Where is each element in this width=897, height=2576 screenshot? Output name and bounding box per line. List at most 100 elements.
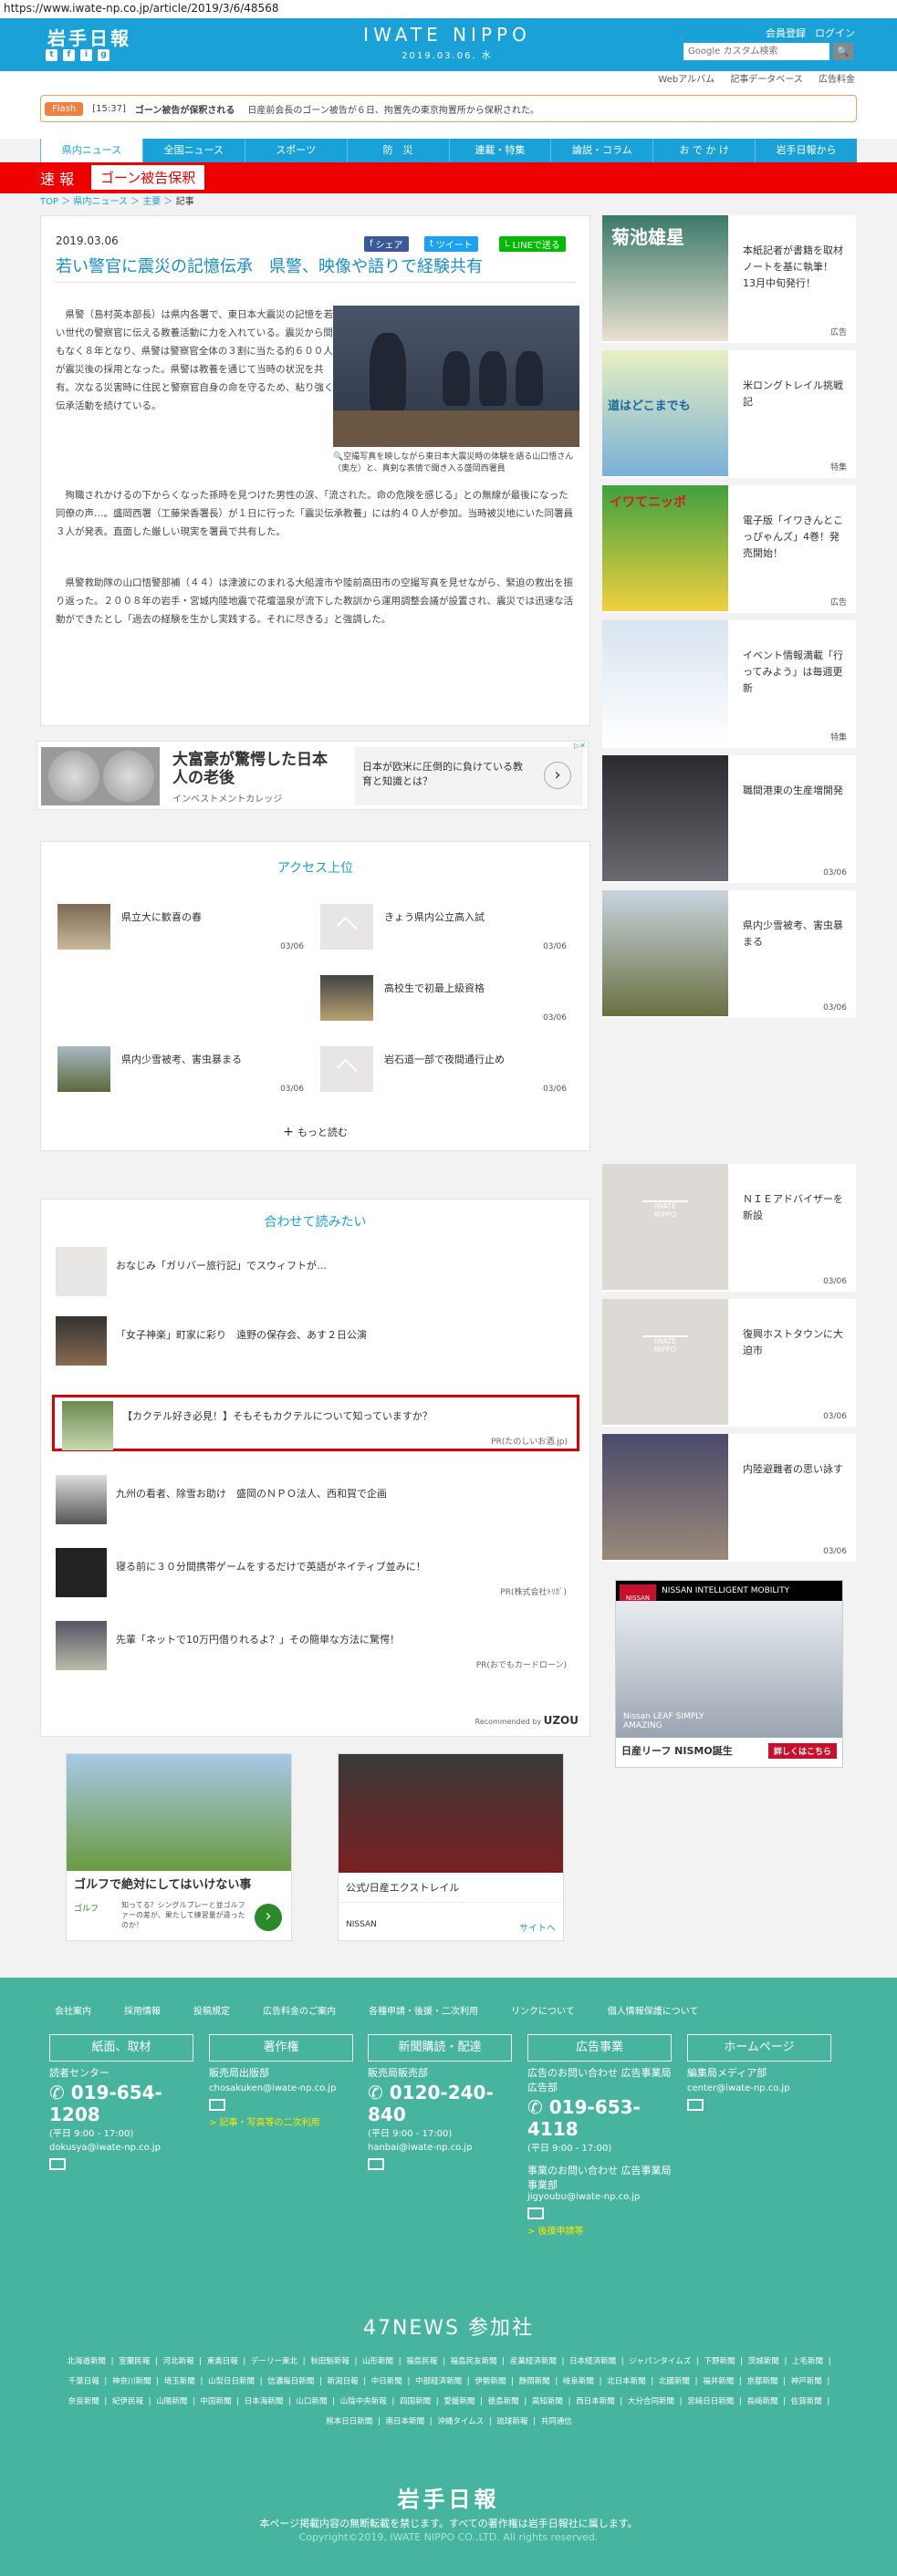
email[interactable]: hanbai@iwate-np.co.jp (368, 2143, 512, 2153)
phone-number[interactable]: ✆ 019-654-1208 (49, 2082, 193, 2125)
related-item[interactable]: 寝る前に３０分間携帯ゲームをするだけで英語がネイティブ並みに！ PR(株式会社ﾄﾘ… (56, 1544, 576, 1599)
flash-news[interactable]: Flash [15:37] ゴーン被告が保釈される 日産前会長のゴーン被告が６日… (40, 95, 857, 122)
native-ad-banner[interactable]: 大富豪が驚愕した日本人の老後 インベストメントカレッジ 日本が欧米に圧倒的に負け… (37, 741, 589, 810)
login-link[interactable]: ログイン (815, 26, 855, 40)
nav-series[interactable]: 連載・特集 (448, 139, 551, 162)
sidebar-item[interactable]: 県内少雪被考、害虫暴まる 03/06 (602, 890, 856, 1018)
sidebar-thumb: IWATE NIPPO (602, 1164, 728, 1290)
nissan-xtrail-ad[interactable]: 公式/日産エクストレイル NISSAN サイトへ (338, 1753, 564, 1941)
related-item[interactable]: 九州の看者、除雪お助け 盛岡のＮＰＯ法人、西和賀で企画 (56, 1471, 576, 1526)
nav-national-news[interactable]: 全国ニュース (141, 139, 245, 162)
crumb-main[interactable]: 主要 (142, 197, 161, 207)
adchoices-icon[interactable]: ▷✕ (574, 742, 586, 750)
ranking-item[interactable]: 県立大に歓喜の春 03/06 (57, 900, 304, 953)
ranking-item-date: 03/06 (543, 942, 567, 951)
related-item[interactable]: 「女子神楽」町家に彩り 遠野の保存会、あす２日公演 (56, 1313, 576, 1367)
sidebar-item[interactable]: 道はどこまでも 米ロングトレイル挑戦記 特集 (602, 350, 856, 478)
xtrail-ad-link[interactable]: サイトへ (519, 1920, 556, 1934)
mail-icon[interactable] (368, 2158, 384, 2170)
mail-icon[interactable] (687, 2099, 704, 2111)
related-item[interactable]: 先輩「ネットで10万円借りれるよ？」その簡単な方法に驚愕！ PR(おでもカードロー… (56, 1617, 576, 1672)
footer-link[interactable]: 各種申請・後援・二次利用 (369, 2003, 478, 2017)
sidebar-item[interactable]: IWATE NIPPO 復興ホストタウンに大迫市 03/06 (602, 1299, 856, 1427)
footer-link[interactable]: 個人情報保護について (608, 2003, 699, 2017)
search-box: 🔍 (683, 43, 853, 60)
related-thumb (56, 1316, 107, 1366)
golf-ad-arrow-icon[interactable]: › (255, 1904, 282, 1931)
site-logo[interactable]: 岩手日報 (47, 24, 131, 50)
ranking-item[interactable]: 岩石道一部で夜間通行止め 03/06 (320, 1043, 567, 1096)
phone-number[interactable]: ✆ 0120-240-840 (368, 2082, 512, 2125)
sidebar-item[interactable]: 菊池雄星 本紙記者が書籍を取材ノートを基に執筆！ 13月中旬発行！ 広告 (602, 215, 856, 343)
ranking-item-title: 県内少雪被考、害虫暴まる (121, 1054, 242, 1065)
ad-arrow-icon[interactable]: › (544, 762, 571, 789)
support-request-link[interactable]: > 後援申請等 (527, 2223, 672, 2237)
sidebar-item[interactable]: イベント情報満載「行ってみよう」は毎週更新 特集 (602, 620, 856, 748)
search-button[interactable]: 🔍 (833, 43, 853, 60)
sublink-database[interactable]: 記事データベース (730, 75, 803, 85)
nav-column[interactable]: 論説・コラム (550, 139, 652, 162)
golf-ad[interactable]: ゴルフで絶対にしてはいけない事 知ってる？シングルプレーと並ゴルファーの差が、果… (66, 1753, 292, 1941)
sidebar-item[interactable]: 職間港東の生産増開発 03/06 (602, 755, 856, 883)
related-item[interactable]: おなじみ「ガリバー旅行記」でスウィフトが… (56, 1243, 576, 1298)
related-item-title: おなじみ「ガリバー旅行記」でスウィフトが… (116, 1260, 327, 1272)
nav-outing[interactable]: お で か け (652, 139, 755, 162)
mail-icon[interactable] (209, 2099, 225, 2111)
sidebar-item[interactable]: IWATE NIPPO ＮＩＥアドバイザーを新設 03/06 (602, 1164, 856, 1292)
related-item-pr-highlighted[interactable]: 【カクテル好き必見！】そもそもカクテルについて知っていますか？ PR(たのしいお酒… (52, 1395, 579, 1451)
email[interactable]: chosakuken@iwate-np.co.jp (209, 2083, 353, 2093)
footer-link[interactable]: 広告料金のご案内 (263, 2003, 336, 2017)
address-bar[interactable]: https://www.iwate-np.co.jp/article/2019/… (0, 0, 897, 18)
nav-disaster[interactable]: 防 災 (346, 139, 449, 162)
footer-col-copyright: 著作権 販売局出版部 chosakuken@iwate-np.co.jp > 記… (209, 2034, 353, 2128)
twitter-icon[interactable]: t (46, 49, 57, 61)
sidebar-item[interactable]: イワてニッポ 電子版「イワきんとこっぴゃんズ」4巻！発売開始！ 広告 (602, 485, 856, 613)
nav-from-nippo[interactable]: 岩手日報から (755, 139, 857, 162)
phone-number[interactable]: ✆ 019-653-4118 (527, 2096, 672, 2140)
ranking-item[interactable]: 県内少雪被考、害虫暴まる 03/06 (57, 1043, 304, 1096)
article-photo[interactable] (333, 306, 579, 447)
ranking-thumb (320, 904, 373, 950)
footer-link[interactable]: 会社案内 (55, 2003, 91, 2017)
golf-ad-title: ゴルフで絶対にしてはいけない事 (74, 1878, 252, 1892)
mail-icon[interactable] (527, 2207, 544, 2219)
ranking-item[interactable]: きょう県内公立高入試 03/06 (320, 900, 567, 953)
footer-link[interactable]: 投稿規定 (193, 2003, 230, 2017)
leaf-details-button[interactable]: 詳しくはこちら (767, 1743, 837, 1759)
nav-local-news[interactable]: 県内ニュース (40, 139, 142, 162)
email[interactable]: center@iwate-np.co.jp (687, 2083, 831, 2093)
secondary-use-link[interactable]: > 記事・写真等の二次利用 (209, 2114, 353, 2128)
uzou-logo[interactable]: UZOU (544, 1714, 579, 1727)
facebook-icon[interactable]: f (63, 49, 75, 61)
rss-icon[interactable]: g (98, 49, 110, 61)
leaf-car-image: Nissan LEAF SIMPLY AMAZING (616, 1601, 842, 1738)
breaking-ticker: 速 報 ゴーン被告保釈 (0, 162, 897, 193)
photo-person (479, 351, 506, 406)
mail-icon[interactable] (49, 2158, 66, 2170)
nav-sports[interactable]: スポーツ (244, 139, 347, 162)
footer-link[interactable]: 採用情報 (124, 2003, 161, 2017)
partner-papers[interactable]: 北海道新聞 | 室蘭民報 | 河北新報 | 東奥日報 | デーリー東北 | 秋田… (62, 2352, 836, 2432)
breaking-text[interactable]: ゴーン被告保釈 (91, 165, 205, 190)
footer-col-head: 広告事業 (527, 2034, 672, 2062)
sidebar-thumb: 道はどこまでも (602, 350, 728, 476)
social-links: t f i g (46, 49, 110, 61)
register-link[interactable]: 会員登録 (766, 26, 806, 40)
ranking-item[interactable]: 高校生で初最上級資格 03/06 (320, 971, 567, 1024)
read-more-link[interactable]: もっと読む (41, 1125, 589, 1139)
share-twitter-button[interactable]: t ツイート (424, 236, 478, 252)
sublink-adrate[interactable]: 広告料金 (819, 75, 855, 85)
crumb-local[interactable]: 県内ニュース (73, 197, 128, 207)
footer-link[interactable]: リンクについて (511, 2003, 575, 2017)
nissan-leaf-ad[interactable]: NISSAN INTELLIGENT MOBILITY NISSAN Nissa… (615, 1580, 843, 1768)
email[interactable]: jigyoubu@iwate-np.co.jp (527, 2192, 672, 2202)
email[interactable]: dokusya@iwate-np.co.jp (49, 2143, 193, 2153)
crumb-top[interactable]: TOP (40, 197, 58, 207)
search-input[interactable] (683, 43, 829, 60)
instagram-icon[interactable]: i (80, 49, 92, 61)
sublink-album[interactable]: Webアルバム (658, 75, 714, 85)
footer-col-head: 著作権 (209, 2034, 353, 2062)
share-facebook-button[interactable]: f シェア (364, 236, 409, 252)
sidebar-item[interactable]: 内陸避難者の思い詠す 03/06 (602, 1434, 856, 1562)
share-line-button[interactable]: L LINEで送る (499, 236, 566, 252)
